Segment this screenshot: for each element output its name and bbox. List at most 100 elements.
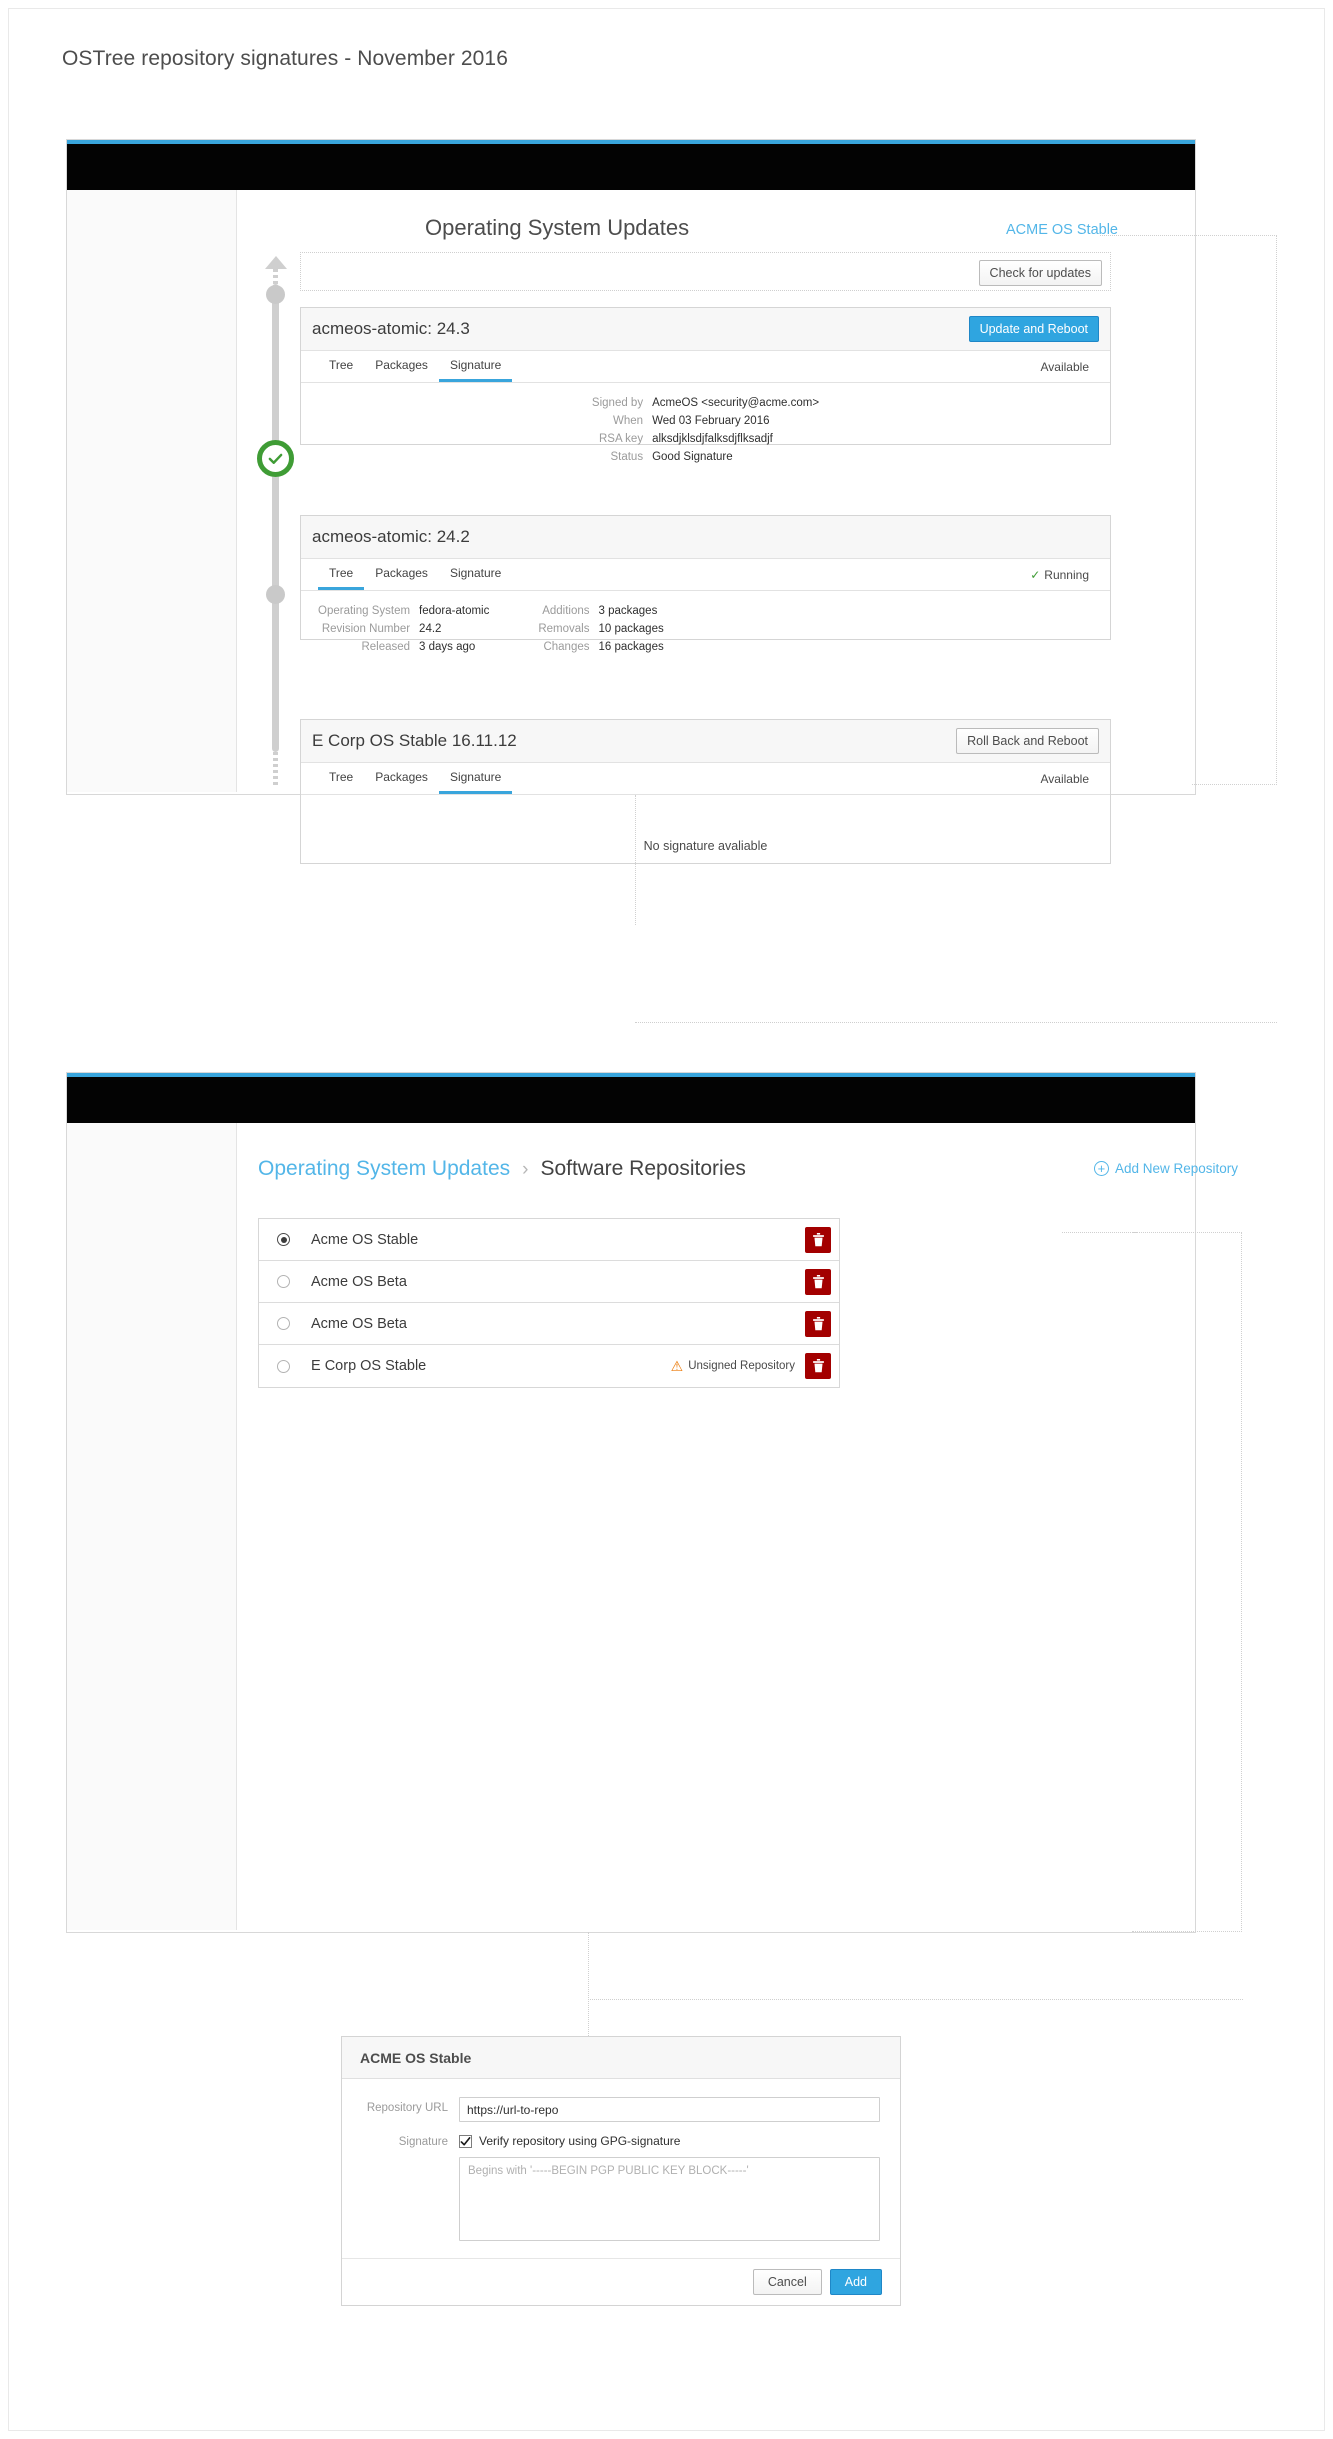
repository-name: Acme OS Beta bbox=[311, 1273, 407, 1290]
tab-tree[interactable]: Tree bbox=[318, 763, 364, 794]
delete-repository-button[interactable] bbox=[805, 1353, 831, 1379]
timeline-node-running[interactable] bbox=[257, 440, 294, 477]
list-item[interactable]: Acme OS Stable bbox=[259, 1219, 839, 1261]
signature-details: Signed by AcmeOS <security@acme.com> Whe… bbox=[318, 397, 1093, 463]
detail-value: AcmeOS <security@acme.com> bbox=[652, 397, 820, 409]
card-header: acmeos-atomic: 24.3 Update and Reboot bbox=[301, 308, 1110, 351]
tab-packages[interactable]: Packages bbox=[364, 351, 439, 382]
card-status-label: Running bbox=[1044, 567, 1089, 582]
timeline-node-1[interactable] bbox=[266, 285, 285, 304]
add-new-repository-button[interactable]: + Add New Repository bbox=[1093, 1161, 1238, 1176]
layout-guide-line-1 bbox=[1100, 235, 1195, 236]
add-new-repository-label: Add New Repository bbox=[1114, 1161, 1238, 1176]
card-header: E Corp OS Stable 16.11.12 Roll Back and … bbox=[301, 720, 1110, 763]
repository-radio[interactable] bbox=[277, 1275, 290, 1288]
check-circle-icon: ✓ bbox=[1030, 567, 1041, 582]
detail-key: Additions bbox=[542, 605, 590, 617]
verify-gpg-checkbox[interactable] bbox=[459, 2134, 472, 2148]
tab-signature[interactable]: Signature bbox=[438, 763, 513, 794]
detail-value: Wed 03 February 2016 bbox=[652, 415, 770, 427]
detail-key: Released bbox=[361, 641, 411, 653]
card-body: Signed by AcmeOS <security@acme.com> Whe… bbox=[301, 383, 1110, 475]
card-status-label: Available bbox=[1040, 359, 1089, 374]
dialog-body: Repository URL Signature Verify reposito… bbox=[342, 2079, 900, 2258]
breadcrumb: Operating System Updates › Software Repo… bbox=[258, 1157, 746, 1181]
chevron-right-icon: › bbox=[522, 1159, 529, 1180]
delete-repository-button[interactable] bbox=[805, 1226, 831, 1253]
check-icon bbox=[460, 2136, 471, 2146]
detail-value: alksdjklsdjfalksdjflksadjf bbox=[652, 433, 773, 445]
card-title: acmeos-atomic: 24.2 bbox=[312, 527, 470, 546]
list-item[interactable]: Acme OS Beta bbox=[259, 1261, 839, 1303]
repository-radio[interactable] bbox=[277, 1317, 290, 1330]
verify-gpg-checkbox-row[interactable]: Verify repository using GPG-signature bbox=[459, 2131, 880, 2148]
window-topbar bbox=[67, 1077, 1195, 1123]
detail-value: Good Signature bbox=[652, 451, 733, 463]
list-item[interactable]: Acme OS Beta bbox=[259, 1303, 839, 1345]
repository-name: E Corp OS Stable bbox=[311, 1358, 427, 1374]
delete-repository-button[interactable] bbox=[805, 1310, 831, 1337]
update-card-1: acmeos-atomic: 24.3 Update and Reboot Tr… bbox=[300, 307, 1111, 463]
timeline-node-3[interactable] bbox=[266, 585, 285, 604]
tab-packages[interactable]: Packages bbox=[364, 763, 439, 794]
breadcrumb-current: Software Repositories bbox=[540, 1157, 746, 1180]
verify-gpg-label: Verify repository using GPG-signature bbox=[479, 2134, 681, 2148]
detail-value: fedora-atomic bbox=[419, 605, 490, 617]
tab-signature[interactable]: Signature bbox=[439, 559, 512, 590]
add-button[interactable]: Add bbox=[829, 2269, 882, 2295]
repository-name: Acme OS Stable bbox=[311, 1231, 419, 1248]
dialog-title: ACME OS Stable bbox=[360, 2049, 472, 2066]
detail-key: Changes bbox=[543, 641, 590, 653]
timeline-rail bbox=[272, 284, 279, 752]
tab-signature[interactable]: Signature bbox=[438, 351, 513, 382]
tab-tree[interactable]: Tree bbox=[318, 351, 364, 382]
unsigned-repository-warning: ⚠ Unsigned Repository bbox=[671, 1358, 795, 1375]
check-updates-bar: Check for updates bbox=[300, 252, 1111, 291]
main-content: Operating System Updates ACME OS Stable … bbox=[237, 190, 1195, 864]
gpg-key-textarea[interactable] bbox=[459, 2157, 880, 2241]
detail-value: 3 days ago bbox=[419, 641, 476, 653]
detail-value: 3 packages bbox=[598, 605, 658, 617]
card-status: Available bbox=[1041, 763, 1093, 794]
repository-radio[interactable] bbox=[277, 1359, 290, 1373]
window-topbar bbox=[67, 144, 1195, 190]
delete-repository-button[interactable] bbox=[805, 1268, 831, 1295]
gpg-key-row bbox=[362, 2157, 880, 2241]
warning-triangle-icon: ⚠ bbox=[670, 1357, 684, 1374]
repository-radio[interactable] bbox=[277, 1233, 290, 1246]
card-status-label: Available bbox=[1040, 771, 1089, 786]
update-card-2: acmeos-atomic: 24.2 Tree Packages Signat… bbox=[300, 515, 1111, 653]
sidebar bbox=[67, 1123, 237, 1930]
detail-key: RSA key bbox=[598, 433, 644, 445]
add-repository-dialog: ACME OS Stable Repository URL Signature … bbox=[341, 2036, 901, 2306]
signature-row: Signature Verify repository using GPG-si… bbox=[362, 2131, 880, 2148]
card-status: Available bbox=[1041, 351, 1093, 382]
tab-tree[interactable]: Tree bbox=[318, 559, 365, 590]
detail-value: 24.2 bbox=[419, 623, 442, 635]
repository-url-input[interactable] bbox=[459, 2097, 880, 2122]
list-item[interactable]: E Corp OS Stable ⚠ Unsigned Repository bbox=[259, 1345, 839, 1387]
layout-guide-line-2 bbox=[635, 1022, 1277, 1023]
card-header: acmeos-atomic: 24.2 bbox=[301, 516, 1110, 559]
window-body: Operating System Updates ACME OS Stable … bbox=[67, 190, 1195, 864]
tab-packages[interactable]: Packages bbox=[364, 559, 439, 590]
detail-key: Operating System bbox=[318, 605, 411, 617]
detail-key: Signed by bbox=[591, 397, 644, 409]
check-icon bbox=[268, 453, 283, 464]
roll-back-and-reboot-button[interactable]: Roll Back and Reboot bbox=[956, 728, 1099, 754]
check-for-updates-button[interactable]: Check for updates bbox=[978, 260, 1102, 286]
warning-label: Unsigned Repository bbox=[688, 1360, 795, 1372]
layout-guide-line-4 bbox=[588, 1999, 1243, 2000]
cancel-button[interactable]: Cancel bbox=[752, 2269, 822, 2295]
trash-icon bbox=[812, 1359, 824, 1373]
repository-list: Acme OS Stable Acme OS Beta Acme OS Beta bbox=[258, 1218, 840, 1388]
breadcrumb-parent-link[interactable]: Operating System Updates bbox=[258, 1157, 510, 1181]
card-status: ✓ Running bbox=[1030, 559, 1093, 590]
sidebar bbox=[67, 190, 237, 792]
page-title: OSTree repository signatures - November … bbox=[62, 47, 508, 70]
card-tabs: Tree Packages Signature ✓ Running bbox=[301, 559, 1110, 591]
card-tabs: Tree Packages Signature Available bbox=[301, 351, 1110, 383]
update-timeline bbox=[257, 248, 294, 788]
plus-circle-icon: + bbox=[1093, 1161, 1109, 1176]
update-and-reboot-button[interactable]: Update and Reboot bbox=[968, 316, 1099, 342]
